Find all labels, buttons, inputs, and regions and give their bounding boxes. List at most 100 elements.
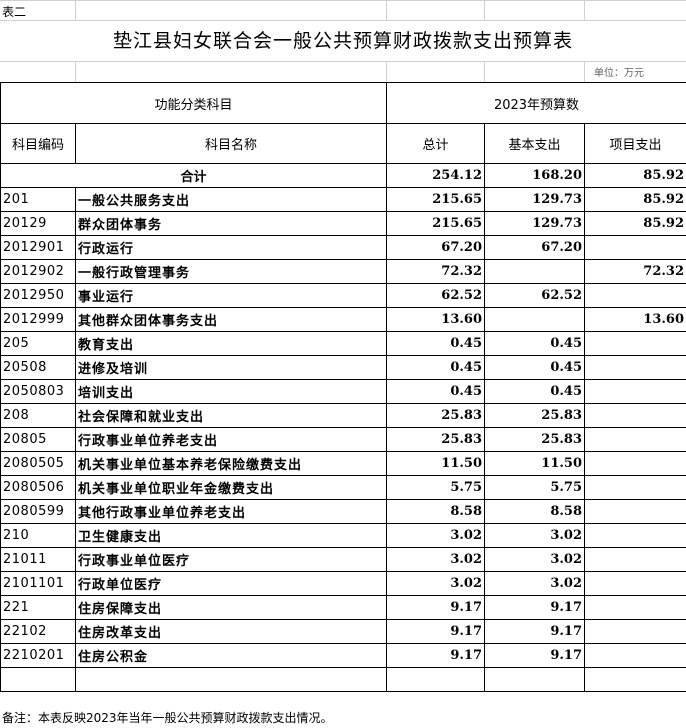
row-total: 11.50 — [386, 451, 486, 476]
row-project — [584, 619, 686, 644]
row-name: 事业运行 — [74, 283, 388, 308]
table-row: 2050803 培训支出 0.45 0.45 — [0, 379, 686, 404]
row-total: 67.20 — [386, 235, 486, 260]
row-code: 208 — [0, 403, 76, 428]
row-name: 其他行政事业单位养老支出 — [74, 499, 388, 524]
row-project — [584, 427, 686, 452]
table-row: 20805 行政事业单位养老支出 25.83 25.83 — [0, 427, 686, 452]
row-code: 20129 — [0, 211, 76, 236]
table-row: 2080506 机关事业单位职业年金缴费支出 5.75 5.75 — [0, 475, 686, 500]
row-basic: 5.75 — [484, 475, 586, 500]
total-total: 254.12 — [386, 163, 486, 188]
table-row: 2101101 行政单位医疗 3.02 3.02 — [0, 571, 686, 596]
total-row: 合计 254.12 168.20 85.92 — [0, 163, 686, 188]
row-project: 85.92 — [584, 187, 686, 212]
header-name: 科目名称 — [74, 123, 388, 164]
row-total: 0.45 — [386, 355, 486, 380]
gridline — [386, 61, 387, 82]
header-code: 科目编码 — [0, 123, 76, 164]
row-project — [584, 403, 686, 428]
row-code: 2210201 — [0, 643, 76, 668]
row-basic — [484, 259, 586, 284]
row-total: 72.32 — [386, 259, 486, 284]
row-basic: 9.17 — [484, 643, 586, 668]
row-name: 住房公积金 — [74, 643, 388, 668]
row-name: 住房保障支出 — [74, 595, 388, 620]
unit-label: 单位：万元 — [594, 68, 644, 79]
row-project — [584, 595, 686, 620]
row-code: 2012950 — [0, 283, 76, 308]
table-row: 2012999 其他群众团体事务支出 13.60 13.60 — [0, 307, 686, 332]
row-total: 9.17 — [386, 643, 486, 668]
row-project — [584, 643, 686, 668]
table-row: 21011 行政事业单位医疗 3.02 3.02 — [0, 547, 686, 572]
row-total: 3.02 — [386, 571, 486, 596]
row-code: 2080599 — [0, 499, 76, 524]
header-total: 总计 — [386, 123, 486, 164]
spreadsheet-sheet: 表二 垫江县妇女联合会一般公共预算财政拨款支出预算表 单位：万元 功能分类科目 … — [0, 0, 686, 728]
row-basic: 8.58 — [484, 499, 586, 524]
row-code: 20508 — [0, 355, 76, 380]
row-project: 85.92 — [584, 211, 686, 236]
row-code: 2101101 — [0, 571, 76, 596]
gridline — [75, 61, 76, 82]
gridline — [386, 0, 387, 20]
row-total: 9.17 — [386, 595, 486, 620]
empty-cell — [0, 667, 76, 692]
table-row: 2012901 行政运行 67.20 67.20 — [0, 235, 686, 260]
row-name: 教育支出 — [74, 331, 388, 356]
row-total: 13.60 — [386, 307, 486, 332]
row-basic: 3.02 — [484, 523, 586, 548]
row-code: 2012999 — [0, 307, 76, 332]
row-code: 2080505 — [0, 451, 76, 476]
row-basic: 129.73 — [484, 187, 586, 212]
table-row: 2012902 一般行政管理事务 72.32 72.32 — [0, 259, 686, 284]
row-total: 3.02 — [386, 547, 486, 572]
row-basic: 3.02 — [484, 547, 586, 572]
row-basic: 25.83 — [484, 427, 586, 452]
row-name: 行政事业单位医疗 — [74, 547, 388, 572]
row-total: 25.83 — [386, 427, 486, 452]
row-basic: 0.45 — [484, 331, 586, 356]
total-label: 合计 — [0, 163, 388, 188]
row-code: 2080506 — [0, 475, 76, 500]
row-project — [584, 379, 686, 404]
row-project: 13.60 — [584, 307, 686, 332]
row-name: 进修及培训 — [74, 355, 388, 380]
sheet-label: 表二 — [2, 5, 27, 19]
row-basic: 9.17 — [484, 595, 586, 620]
row-total: 215.65 — [386, 211, 486, 236]
row-code: 201 — [0, 187, 76, 212]
table-row: 2080599 其他行政事业单位养老支出 8.58 8.58 — [0, 499, 686, 524]
row-name: 机关事业单位基本养老保险缴费支出 — [74, 451, 388, 476]
row-project — [584, 235, 686, 260]
row-project — [584, 283, 686, 308]
empty-row — [0, 667, 686, 692]
row-code: 21011 — [0, 547, 76, 572]
row-project — [584, 523, 686, 548]
row-code: 2012902 — [0, 259, 76, 284]
row-total: 8.58 — [386, 499, 486, 524]
gridline — [584, 61, 585, 82]
budget-table: 功能分类科目 2023年预算数 科目编码 科目名称 总计 基本支出 项目支出 合… — [0, 82, 686, 692]
row-project — [584, 451, 686, 476]
table-row: 201 一般公共服务支出 215.65 129.73 85.92 — [0, 187, 686, 212]
header-basic: 基本支出 — [484, 123, 586, 164]
row-name: 社会保障和就业支出 — [74, 403, 388, 428]
row-project — [584, 475, 686, 500]
empty-cell — [386, 667, 486, 692]
empty-cell — [74, 667, 388, 692]
table-row: 22102 住房改革支出 9.17 9.17 — [0, 619, 686, 644]
empty-cell — [584, 667, 686, 692]
header-project: 项目支出 — [584, 123, 686, 164]
row-basic: 25.83 — [484, 403, 586, 428]
row-project — [584, 331, 686, 356]
row-basic: 67.20 — [484, 235, 586, 260]
table-row: 2080505 机关事业单位基本养老保险缴费支出 11.50 11.50 — [0, 451, 686, 476]
page-title: 垫江县妇女联合会一般公共预算财政拨款支出预算表 — [112, 30, 573, 52]
row-code: 221 — [0, 595, 76, 620]
row-name: 机关事业单位职业年金缴费支出 — [74, 475, 388, 500]
footnote: 备注：本表反映2023年当年一般公共预算财政拨款支出情况。 — [2, 711, 333, 725]
table-row: 2012950 事业运行 62.52 62.52 — [0, 283, 686, 308]
gridline — [75, 0, 76, 20]
